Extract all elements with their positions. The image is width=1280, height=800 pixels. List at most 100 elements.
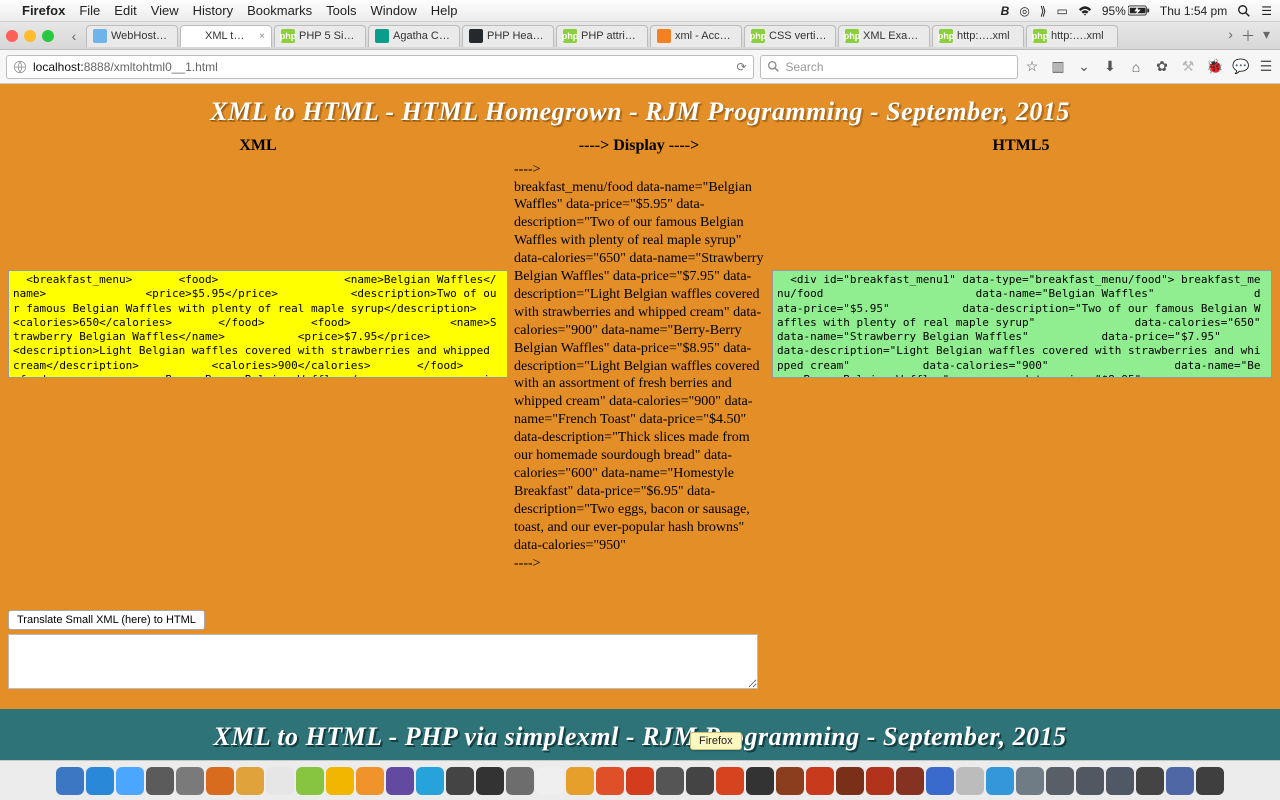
- dock-app-16[interactable]: [536, 767, 564, 795]
- url-host: localhost:8888/xmltohtml0__1.html: [33, 60, 218, 74]
- menu-view[interactable]: View: [151, 3, 179, 18]
- menu-window[interactable]: Window: [371, 3, 417, 18]
- dock-app-24[interactable]: [776, 767, 804, 795]
- dock-app-17[interactable]: [566, 767, 594, 795]
- pocket-icon[interactable]: ⌄: [1076, 58, 1092, 75]
- tab-10[interactable]: phphttp:….xml: [1026, 25, 1118, 47]
- home-icon[interactable]: ⌂: [1128, 59, 1144, 75]
- dock-app-9[interactable]: [326, 767, 354, 795]
- col-header-display: ----> Display ---->: [514, 137, 764, 155]
- xml-input-textarea[interactable]: [8, 634, 758, 689]
- dock-app-33[interactable]: [1046, 767, 1074, 795]
- tab-2[interactable]: phpPHP 5 Si…: [274, 25, 366, 47]
- menubar-display-icon[interactable]: ▭: [1056, 4, 1067, 18]
- dock-app-23[interactable]: [746, 767, 774, 795]
- menubar-spotlight-icon[interactable]: [1237, 4, 1251, 18]
- dock-app-26[interactable]: [836, 767, 864, 795]
- window-controls: [6, 30, 54, 42]
- tab-label: XML Exa…: [863, 30, 918, 42]
- xml-source-box[interactable]: <breakfast_menu> <food> <name>Belgian Wa…: [8, 270, 508, 378]
- dock-app-19[interactable]: [626, 767, 654, 795]
- puzzle-icon[interactable]: ✿: [1154, 58, 1170, 75]
- hamburger-icon[interactable]: ☰: [1258, 58, 1274, 75]
- dock-app-28[interactable]: [896, 767, 924, 795]
- dock-app-36[interactable]: [1136, 767, 1164, 795]
- zoom-window-button[interactable]: [42, 30, 54, 42]
- dock-app-14[interactable]: [476, 767, 504, 795]
- tab-scroll-left[interactable]: ‹: [64, 28, 84, 44]
- dock-app-30[interactable]: [956, 767, 984, 795]
- reload-icon[interactable]: ⟳: [736, 60, 746, 74]
- dock-app-32[interactable]: [1016, 767, 1044, 795]
- menubar-sound-icon[interactable]: ⟫: [1040, 4, 1047, 18]
- dock-app-27[interactable]: [866, 767, 894, 795]
- bookmarks-menu-icon[interactable]: ▥: [1050, 58, 1066, 75]
- all-tabs-button[interactable]: ▾: [1263, 26, 1270, 46]
- tab-strip: ‹ WebHost…XML t…×phpPHP 5 Si…Agatha C…PH…: [0, 22, 1280, 50]
- tab-5[interactable]: phpPHP attri…: [556, 25, 648, 47]
- menubar-notifications-icon[interactable]: ☰: [1261, 4, 1272, 18]
- dev-icon[interactable]: ⚒: [1180, 58, 1196, 75]
- menubar-bitcoin-icon[interactable]: B: [1001, 4, 1010, 18]
- dock-app-35[interactable]: [1106, 767, 1134, 795]
- dock-app-21[interactable]: [686, 767, 714, 795]
- dock-app-6[interactable]: [236, 767, 264, 795]
- search-bar[interactable]: Search: [760, 55, 1019, 79]
- dock-app-18[interactable]: [596, 767, 624, 795]
- tab-9[interactable]: phphttp:….xml: [932, 25, 1024, 47]
- menu-history[interactable]: History: [193, 3, 233, 18]
- dock-app-13[interactable]: [446, 767, 474, 795]
- dock-app-8[interactable]: [296, 767, 324, 795]
- tab-8[interactable]: phpXML Exa…: [838, 25, 930, 47]
- menubar-battery[interactable]: 95%: [1102, 4, 1150, 18]
- html-output-box[interactable]: <div id="breakfast_menu1" data-type="bre…: [772, 270, 1272, 378]
- dock-app-11[interactable]: [386, 767, 414, 795]
- dock-app-5[interactable]: [206, 767, 234, 795]
- dock-app-10[interactable]: [356, 767, 384, 795]
- minimize-window-button[interactable]: [24, 30, 36, 42]
- tab-4[interactable]: PHP Hea…: [462, 25, 554, 47]
- dock-app-1[interactable]: [86, 767, 114, 795]
- tab-3[interactable]: Agatha C…: [368, 25, 460, 47]
- menubar-wifi-icon[interactable]: [1078, 4, 1092, 18]
- dock-app-3[interactable]: [146, 767, 174, 795]
- translate-button[interactable]: Translate Small XML (here) to HTML: [8, 610, 205, 630]
- menu-app-name[interactable]: Firefox: [22, 3, 65, 18]
- dock-app-12[interactable]: [416, 767, 444, 795]
- bug-icon[interactable]: 🐞: [1206, 58, 1222, 75]
- tab-1[interactable]: XML t…×: [180, 25, 272, 47]
- dock-app-38[interactable]: [1196, 767, 1224, 795]
- dock-app-2[interactable]: [116, 767, 144, 795]
- tab-7[interactable]: phpCSS verti…: [744, 25, 836, 47]
- tab-0[interactable]: WebHost…: [86, 25, 178, 47]
- dock-app-25[interactable]: [806, 767, 834, 795]
- tab-close-icon[interactable]: ×: [255, 31, 265, 42]
- page-title-1: XML to HTML - HTML Homegrown - RJM Progr…: [8, 98, 1272, 127]
- menu-file[interactable]: File: [79, 3, 100, 18]
- tab-scroll-right[interactable]: ›: [1228, 26, 1233, 46]
- dock-app-4[interactable]: [176, 767, 204, 795]
- menu-tools[interactable]: Tools: [326, 3, 356, 18]
- dock-app-15[interactable]: [506, 767, 534, 795]
- dock-app-0[interactable]: [56, 767, 84, 795]
- menu-help[interactable]: Help: [431, 3, 458, 18]
- menu-edit[interactable]: Edit: [114, 3, 136, 18]
- tab-6[interactable]: xml - Acc…: [650, 25, 742, 47]
- section-homegrown: XML to HTML - HTML Homegrown - RJM Progr…: [0, 84, 1280, 709]
- dock-app-7[interactable]: [266, 767, 294, 795]
- star-icon[interactable]: ☆: [1024, 58, 1040, 75]
- new-tab-button[interactable]: ＋: [1241, 26, 1255, 46]
- url-bar[interactable]: localhost:8888/xmltohtml0__1.html ⟳: [6, 55, 754, 79]
- menu-bookmarks[interactable]: Bookmarks: [247, 3, 312, 18]
- dock-app-29[interactable]: [926, 767, 954, 795]
- menubar-circle-icon[interactable]: ◎: [1019, 4, 1029, 18]
- dock-app-34[interactable]: [1076, 767, 1104, 795]
- dock-app-22[interactable]: [716, 767, 744, 795]
- dock-app-31[interactable]: [986, 767, 1014, 795]
- chat-icon[interactable]: 💬: [1232, 58, 1248, 75]
- close-window-button[interactable]: [6, 30, 18, 42]
- menubar-clock[interactable]: Thu 1:54 pm: [1160, 4, 1227, 18]
- dock-app-20[interactable]: [656, 767, 684, 795]
- dock-app-37[interactable]: [1166, 767, 1194, 795]
- downloads-icon[interactable]: ⬇: [1102, 58, 1118, 75]
